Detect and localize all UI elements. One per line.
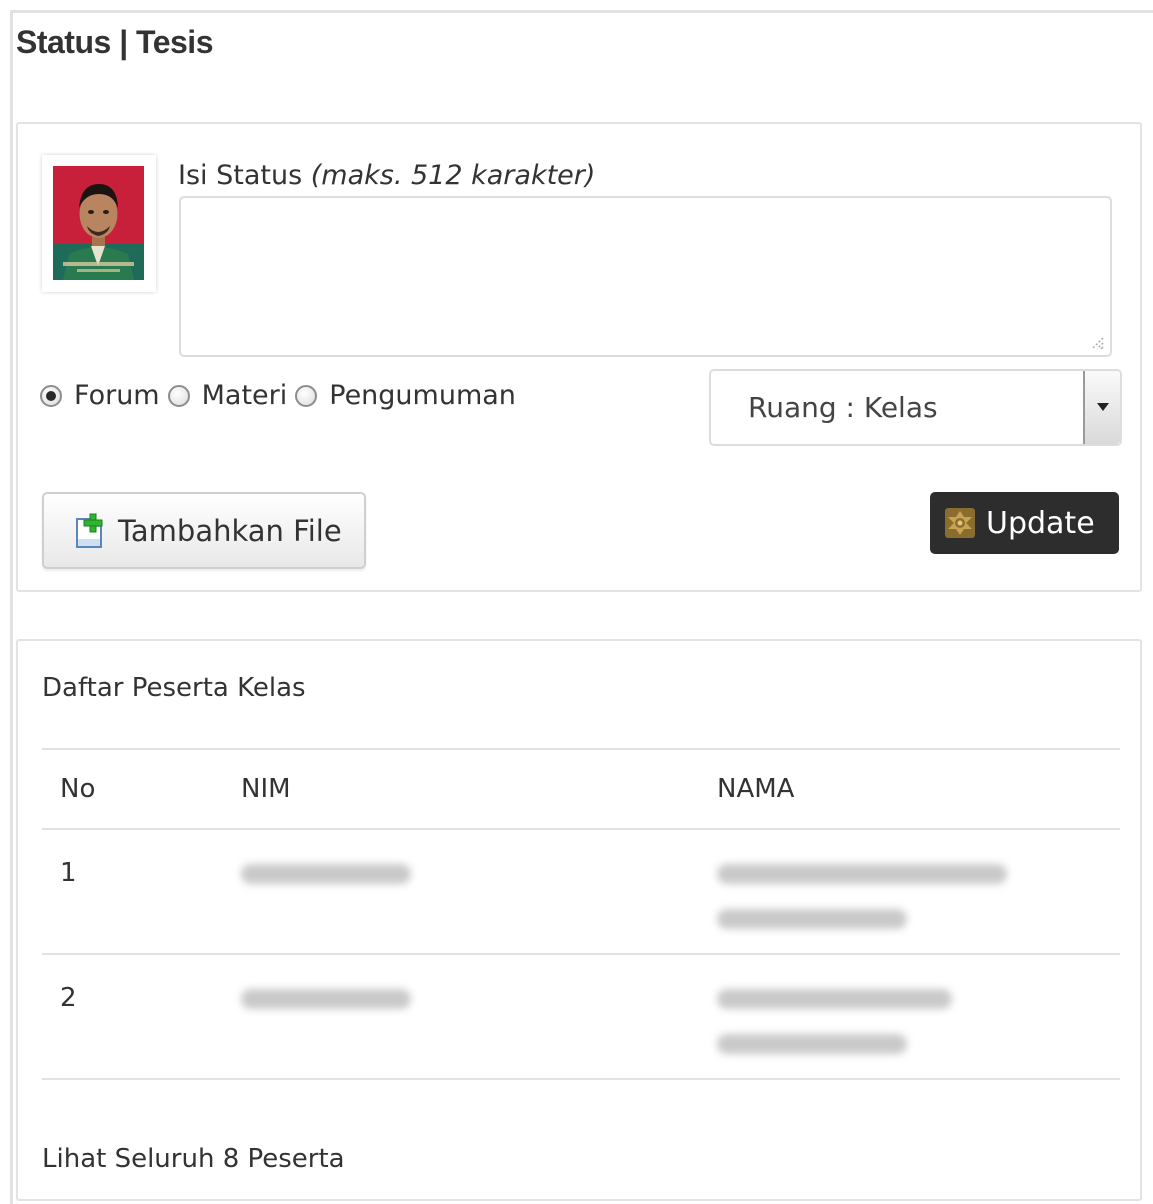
table-row: 2 bbox=[42, 954, 1120, 1080]
cell-nama-redacted bbox=[699, 954, 1120, 1080]
add-file-label: Tambahkan File bbox=[118, 513, 342, 548]
redacted-name-line bbox=[717, 1034, 907, 1054]
column-header-nama: NAMA bbox=[699, 748, 1120, 830]
radio-pengumuman-button[interactable] bbox=[295, 384, 318, 407]
status-panel: Isi Status (maks. 512 karakter) Forum Ma… bbox=[16, 122, 1142, 592]
radio-materi-label: Materi bbox=[201, 380, 288, 411]
radio-materi-button[interactable] bbox=[167, 384, 190, 407]
chevron-down-icon[interactable] bbox=[1083, 371, 1120, 444]
status-label-hint: (maks. 512 karakter) bbox=[310, 160, 596, 191]
participants-title: Daftar Peserta Kelas bbox=[42, 673, 306, 703]
table-header-row: No NIM NAMA bbox=[42, 748, 1120, 830]
table-row: 1 bbox=[42, 829, 1120, 955]
radio-pengumuman[interactable]: Pengumuman bbox=[295, 380, 516, 411]
status-label: Isi Status (maks. 512 karakter) bbox=[178, 160, 595, 191]
cell-nim-redacted bbox=[223, 954, 699, 1080]
participants-table-wrap: No NIM NAMA 1 2 bbox=[42, 748, 1120, 1080]
update-button[interactable]: Update bbox=[930, 492, 1119, 554]
radio-forum-label: Forum bbox=[74, 380, 160, 411]
room-select[interactable]: Ruang : Kelas bbox=[709, 369, 1122, 446]
radio-forum-button[interactable] bbox=[40, 384, 62, 407]
radio-materi[interactable]: Materi bbox=[167, 380, 288, 411]
status-textarea[interactable] bbox=[179, 196, 1112, 357]
cell-nama-redacted bbox=[699, 829, 1120, 955]
radio-pengumuman-label: Pengumuman bbox=[329, 380, 516, 411]
radio-forum[interactable]: Forum bbox=[40, 380, 160, 411]
redacted-nim bbox=[241, 864, 411, 884]
cell-no: 1 bbox=[42, 829, 223, 955]
update-icon bbox=[945, 508, 975, 538]
cell-nim-redacted bbox=[223, 829, 699, 955]
page-title: Status | Tesis bbox=[16, 24, 213, 60]
add-file-button[interactable]: Tambahkan File bbox=[42, 492, 366, 569]
redacted-name-line bbox=[717, 909, 907, 929]
column-header-no: No bbox=[42, 748, 223, 830]
redacted-nim bbox=[241, 989, 411, 1009]
room-select-value: Ruang : Kelas bbox=[748, 391, 938, 424]
participants-panel: Daftar Peserta Kelas No NIM NAMA 1 2 Lih… bbox=[16, 639, 1142, 1201]
update-label: Update bbox=[986, 505, 1095, 541]
status-label-text: Isi Status bbox=[178, 160, 303, 191]
redacted-name-line bbox=[717, 864, 1007, 884]
view-all-participants-link[interactable]: Lihat Seluruh 8 Peserta bbox=[42, 1144, 345, 1174]
avatar bbox=[53, 166, 144, 280]
participants-table: No NIM NAMA 1 2 bbox=[42, 748, 1120, 1080]
status-type-radio-group: Forum Materi Pengumuman bbox=[40, 380, 524, 411]
resize-grip-icon[interactable] bbox=[1088, 334, 1104, 350]
avatar-frame bbox=[42, 155, 156, 292]
add-file-icon bbox=[76, 513, 103, 548]
cell-no: 2 bbox=[42, 954, 223, 1080]
redacted-name-line bbox=[717, 989, 952, 1009]
column-header-nim: NIM bbox=[223, 748, 699, 830]
